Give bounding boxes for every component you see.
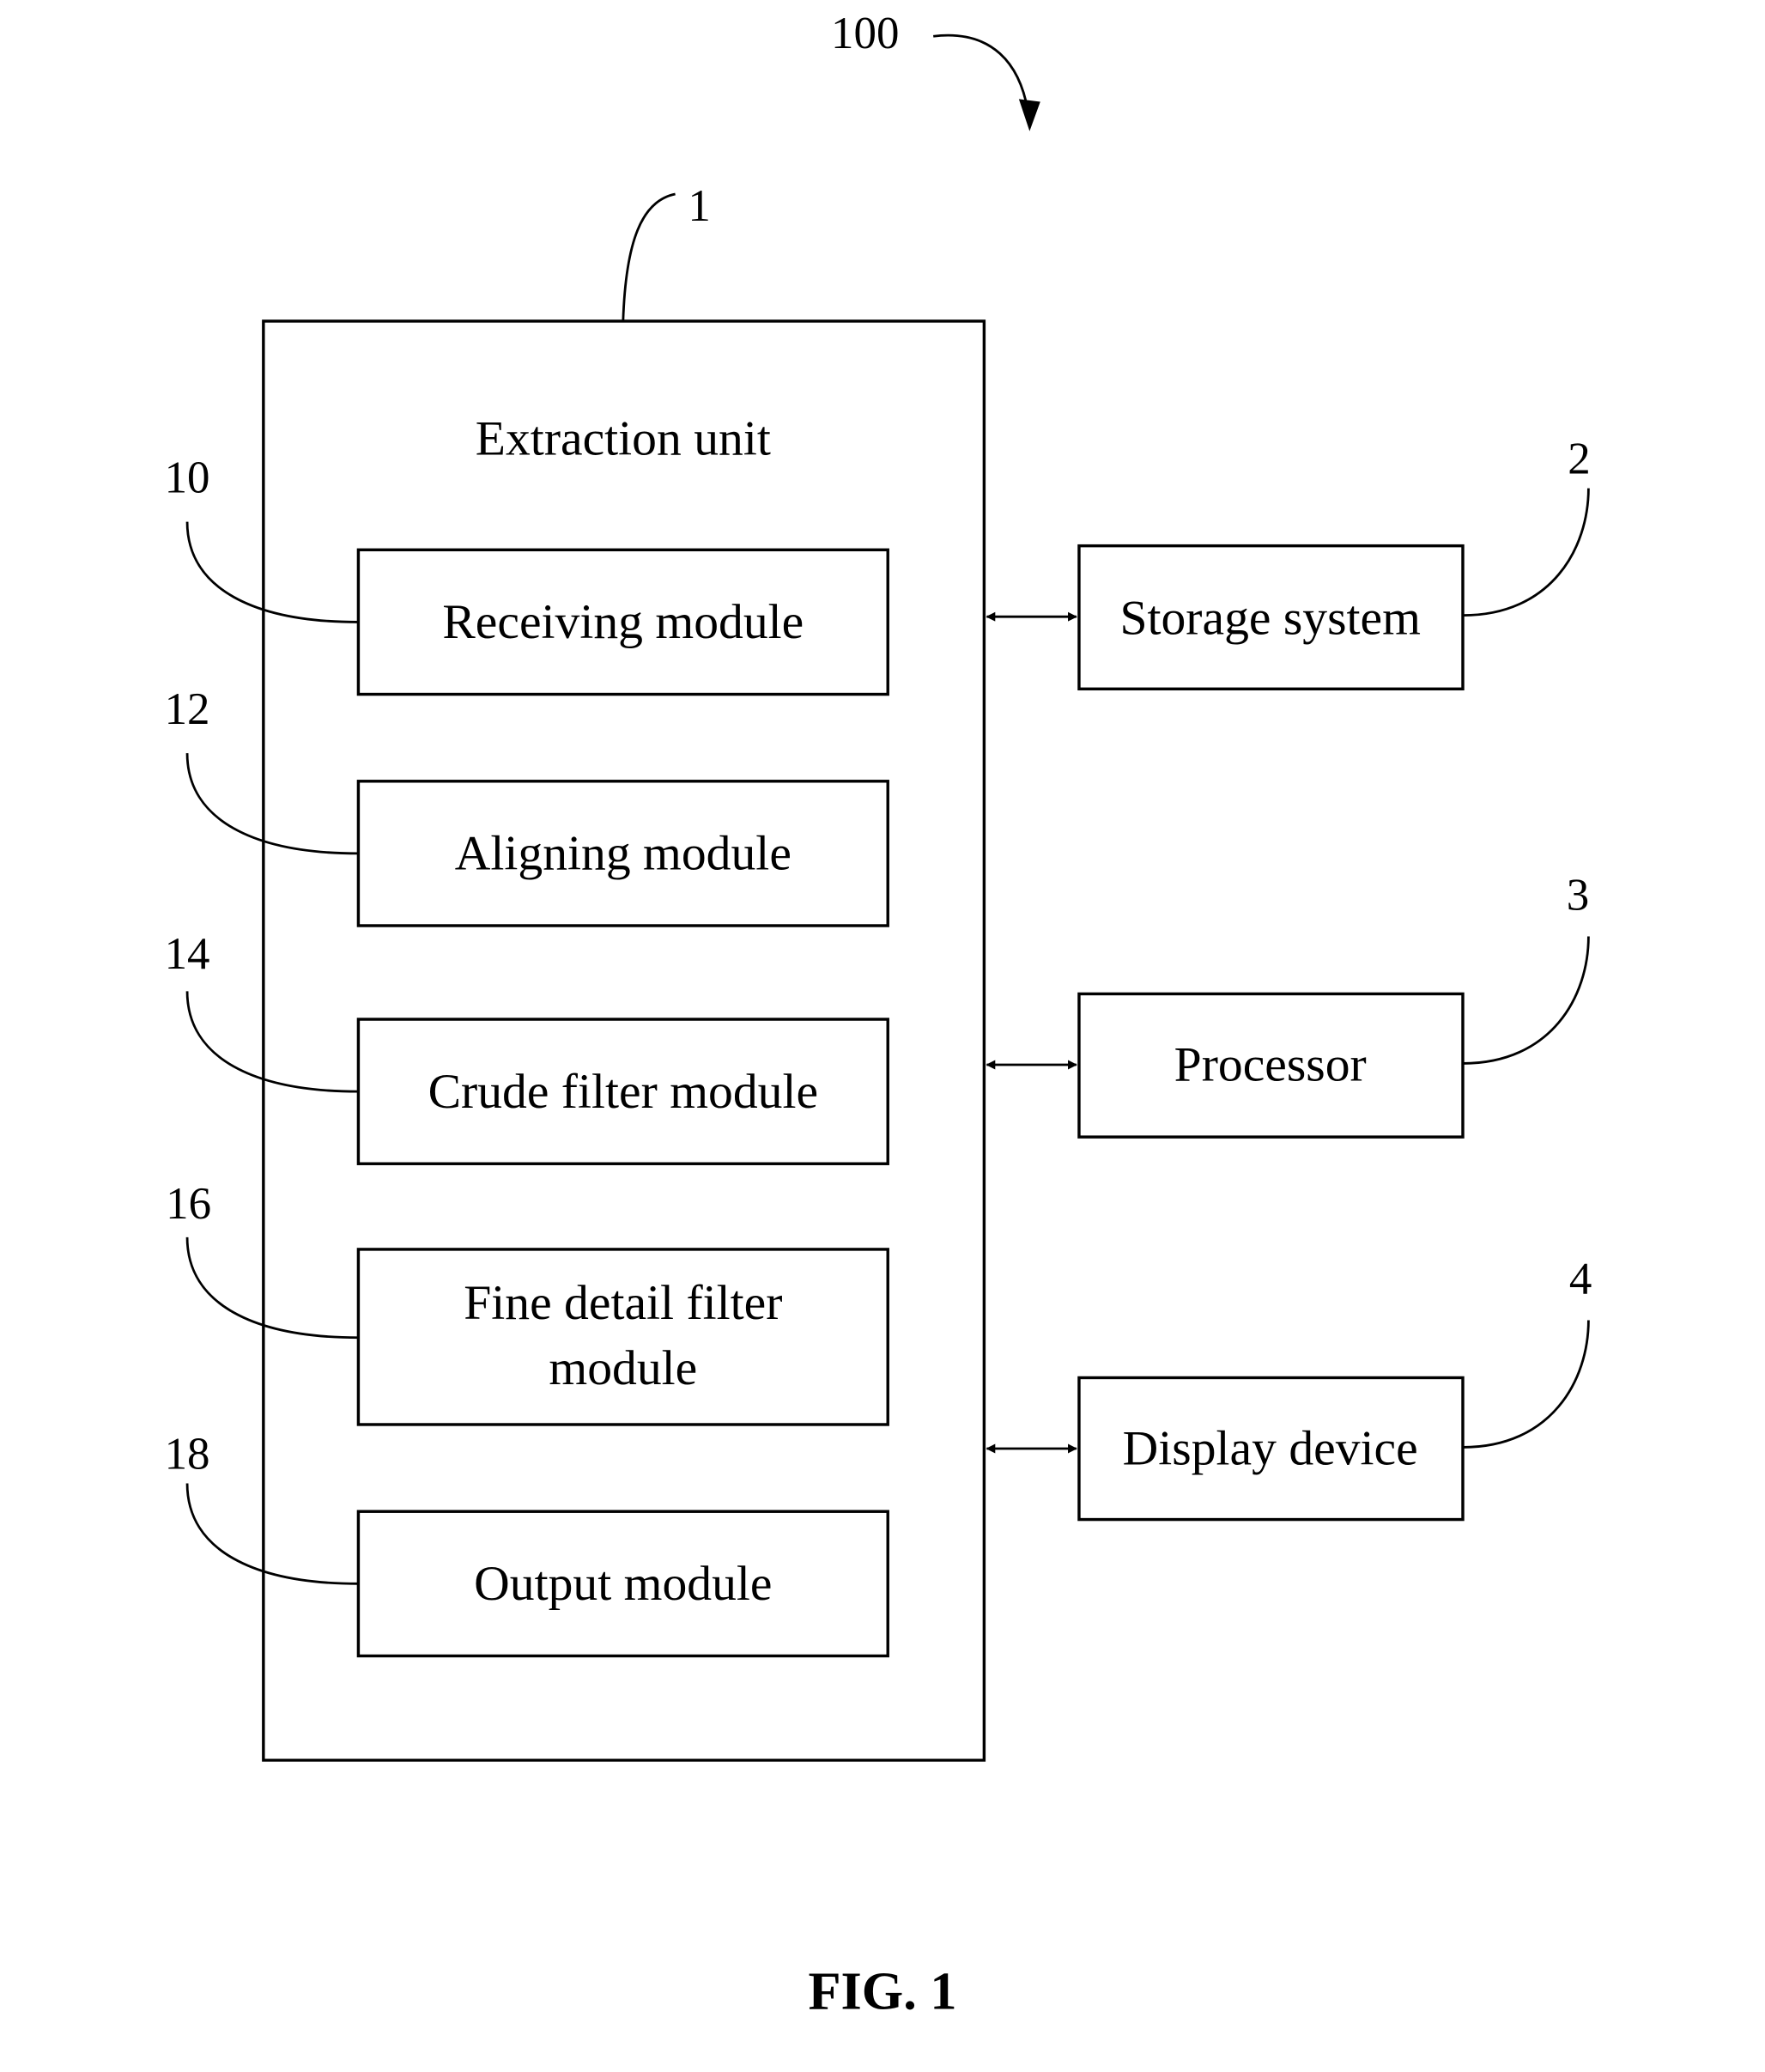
block-ref: 4 (1569, 1254, 1592, 1303)
extraction-unit-ref: 1 (688, 181, 710, 231)
module-ref: 10 (165, 453, 210, 502)
block-leader (1462, 1320, 1590, 1449)
extraction-unit-label: Extraction unit (476, 412, 771, 466)
block-label: Storage system (1119, 591, 1421, 645)
block-ref: 3 (1567, 870, 1589, 920)
extraction-unit-leader (622, 192, 676, 322)
module-label: Receiving module (442, 595, 804, 649)
module-label: Aligning module (455, 827, 792, 881)
block-leader (1462, 488, 1590, 617)
module-label-line1: Fine detail filter (464, 1276, 782, 1330)
block-processor: Processor 3 (986, 870, 1590, 1139)
block-display-device: Display device 4 (986, 1254, 1592, 1522)
figure-caption: FIG. 1 (808, 1962, 956, 2021)
module-label-line2: module (549, 1341, 697, 1395)
system-arrowhead-icon (1018, 99, 1040, 131)
module-ref: 14 (165, 929, 210, 979)
block-storage-system: Storage system 2 (986, 434, 1591, 691)
module-label: Crude filter module (428, 1065, 818, 1119)
block-diagram: 100 Extraction unit 1 Receiving module 1… (165, 9, 1592, 2021)
block-label: Processor (1174, 1038, 1367, 1092)
system-reference-number: 100 (831, 9, 899, 58)
module-ref: 12 (165, 684, 210, 734)
system-leader-arrow (933, 33, 1031, 124)
block-ref: 2 (1568, 434, 1590, 484)
block-label: Display device (1123, 1422, 1418, 1476)
module-ref: 16 (166, 1179, 211, 1229)
module-ref: 18 (165, 1429, 210, 1479)
block-leader (1462, 936, 1590, 1065)
module-label: Output module (474, 1557, 772, 1611)
